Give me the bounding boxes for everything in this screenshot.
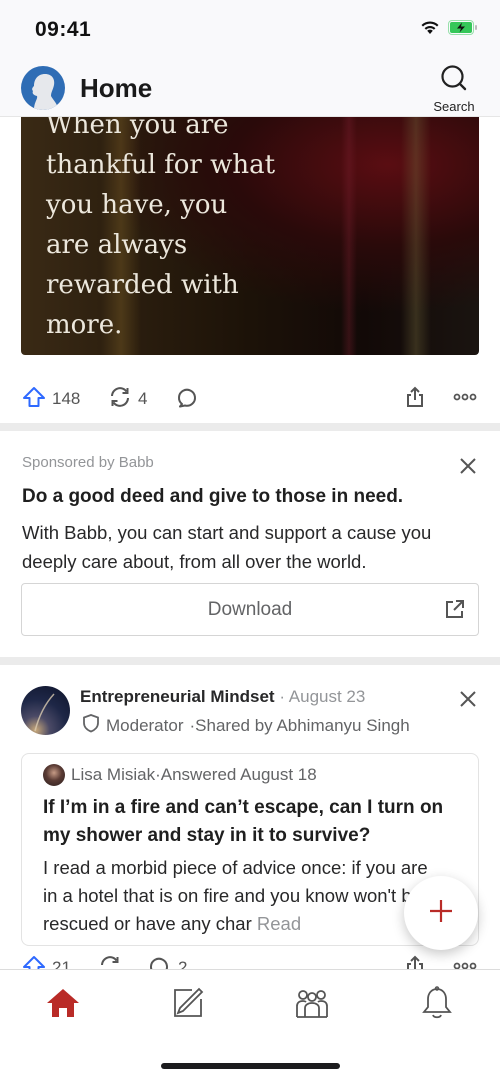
reshare-count: 4 [138,389,148,408]
post-actions: 148 4 [0,381,500,417]
upvote-count: 21 [52,958,71,969]
status-time: 09:41 [35,18,92,41]
close-ad-button[interactable] [456,454,480,478]
bell-icon [422,985,452,1025]
profile-avatar-icon[interactable] [21,66,65,110]
download-button[interactable]: Download [21,583,479,636]
share-button[interactable] [403,381,427,417]
more-options-button[interactable] [453,381,477,417]
share-icon [403,385,427,414]
close-icon [456,458,480,482]
ad-sponsor-label: Sponsored by Babb [22,454,154,471]
more-icon [453,385,477,414]
divider [0,423,500,431]
ad-body: With Babb, you can start and support a c… [22,522,432,572]
edit-icon [172,987,204,1024]
feed[interactable]: When you are thankful for what you have,… [0,117,500,969]
upvote-count: 148 [52,389,81,408]
upvote-icon [22,954,46,969]
home-indicator[interactable] [161,1063,340,1069]
app-header: Home Search [0,60,500,117]
comment-button[interactable]: 2 [148,950,187,969]
add-post-fab[interactable] [404,876,478,950]
external-link-icon [444,598,466,626]
post-meta: Moderator · Shared by Abhimanyu Singh [82,713,410,738]
post-source: Entrepreneurial Mindset · August 23 [80,687,366,706]
post-date: August 23 [288,687,366,706]
more-icon [453,954,477,970]
post-actions: 21 2 [0,950,500,969]
space-avatar[interactable] [21,686,70,735]
quote-text: When you are thankful for what you have,… [46,117,276,340]
post-image[interactable]: When you are thankful for what you have,… [21,117,479,355]
tab-write[interactable] [168,985,208,1025]
plus-icon [428,898,454,929]
upvote-button[interactable]: 148 [22,381,80,417]
answerer-name[interactable]: Lisa Misiak [71,765,155,785]
tab-notifications[interactable] [417,985,457,1025]
answered-date: Answered August 18 [160,765,317,784]
status-bar: 09:41 [0,0,500,60]
comment-icon [176,385,200,414]
wifi-icon [420,20,440,40]
comment-count: 2 [178,958,188,969]
share-reshare-button[interactable]: 4 [108,381,147,417]
page-title: Home [80,73,153,103]
more-options-button[interactable] [453,950,477,969]
space-name[interactable]: Entrepreneurial Mindset [80,687,275,706]
divider [0,657,500,665]
search-icon [440,64,468,97]
answerer: Lisa Misiak · Answered August 18 [43,764,317,786]
dismiss-post-button[interactable] [456,687,480,711]
read-more-link[interactable]: Read [257,913,301,934]
answerer-avatar[interactable] [43,764,65,786]
share-button[interactable] [403,950,427,969]
reshare-icon [108,385,132,414]
search-button[interactable]: Search [430,64,478,114]
question-title[interactable]: If I’m in a fire and can’t escape, can I… [43,794,463,850]
share-reshare-button[interactable] [98,950,122,969]
reshare-icon [98,954,122,970]
share-icon [403,954,427,969]
shared-by-label[interactable]: Shared by Abhimanyu Singh [195,716,410,736]
upvote-button[interactable]: 21 [22,950,71,969]
tab-home[interactable] [43,985,83,1025]
upvote-icon [22,385,46,414]
ad-title[interactable]: Do a good deed and give to those in need… [22,486,403,508]
home-icon [46,988,80,1023]
download-label: Download [207,598,293,620]
battery-charging-icon [448,20,478,40]
tab-spaces[interactable] [292,985,332,1025]
comment-button[interactable] [176,381,200,417]
role-label: Moderator [106,715,184,735]
answer-preview: I read a morbid piece of advice once: if… [43,857,428,934]
spaces-icon [295,987,329,1024]
comment-icon [148,954,172,969]
search-label: Search [433,99,475,114]
shield-icon [82,713,100,738]
close-icon [456,691,480,715]
